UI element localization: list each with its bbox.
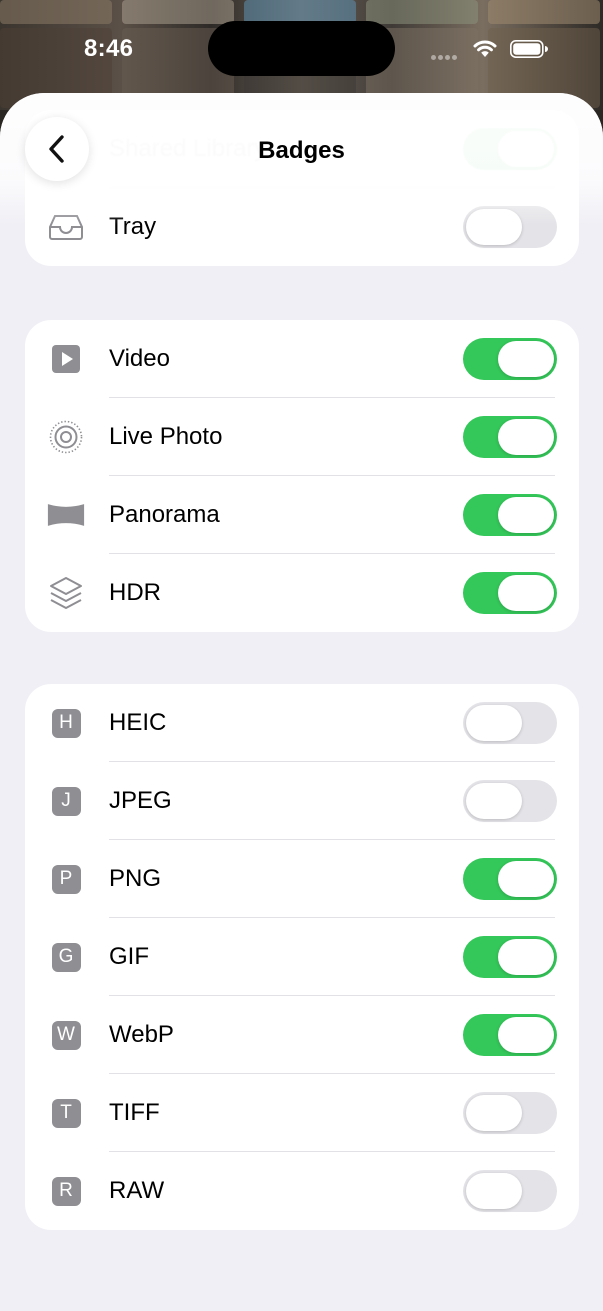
- letter-h-icon: H: [47, 708, 85, 738]
- list-item-video[interactable]: Video: [25, 320, 579, 398]
- tray-icon: [47, 212, 85, 242]
- file-format-badges-group: H HEIC J JPEG P PNG G GIF W WebP T TIFF …: [25, 684, 579, 1230]
- tiff-toggle[interactable]: [463, 1092, 557, 1134]
- list-item-panorama[interactable]: Panorama: [25, 476, 579, 554]
- raw-toggle[interactable]: [463, 1170, 557, 1212]
- media-type-badges-group: Video Live Photo Panorama HDR: [25, 320, 579, 632]
- letter-p-icon: P: [47, 864, 85, 894]
- row-label: Tray: [109, 213, 157, 240]
- list-item-live-photo[interactable]: Live Photo: [25, 398, 579, 476]
- list-item-raw[interactable]: R RAW: [25, 1152, 579, 1230]
- wifi-icon: [473, 40, 497, 57]
- panorama-icon: [47, 500, 85, 530]
- list-item-heic[interactable]: H HEIC: [25, 684, 579, 762]
- hdr-layers-icon: [47, 577, 85, 609]
- dynamic-island: [208, 21, 395, 76]
- page-title: Badges: [258, 137, 345, 164]
- row-label: RAW: [109, 1177, 165, 1204]
- hdr-toggle[interactable]: [463, 572, 557, 614]
- status-time: 8:46: [84, 35, 134, 62]
- row-label: PNG: [109, 865, 162, 892]
- list-item-jpeg[interactable]: J JPEG: [25, 762, 579, 840]
- general-badges-group: Shared Library Tray: [25, 110, 579, 266]
- letter-j-icon: J: [47, 786, 85, 816]
- gif-toggle[interactable]: [463, 936, 557, 978]
- jpeg-toggle[interactable]: [463, 780, 557, 822]
- list-item-gif[interactable]: G GIF: [25, 918, 579, 996]
- row-label: GIF: [109, 943, 149, 970]
- battery-icon: [510, 40, 548, 58]
- status-bar: 8:46: [0, 0, 603, 95]
- webp-toggle[interactable]: [463, 1014, 557, 1056]
- row-label: TIFF: [109, 1099, 160, 1126]
- letter-r-icon: R: [47, 1176, 85, 1206]
- letter-t-icon: T: [47, 1098, 85, 1128]
- list-item-webp[interactable]: W WebP: [25, 996, 579, 1074]
- row-label: HDR: [109, 579, 161, 606]
- list-item-hdr[interactable]: HDR: [25, 554, 579, 632]
- live-photo-icon: [47, 420, 85, 454]
- list-item-png[interactable]: P PNG: [25, 840, 579, 918]
- row-label: WebP: [109, 1021, 174, 1048]
- list-item-tiff[interactable]: T TIFF: [25, 1074, 579, 1152]
- row-label: HEIC: [109, 709, 167, 736]
- tray-toggle[interactable]: [463, 206, 557, 248]
- row-label: Live Photo: [109, 423, 223, 450]
- letter-w-icon: W: [47, 1020, 85, 1050]
- cellular-signal-icon: [431, 47, 465, 60]
- badges-settings-sheet[interactable]: Badges Shared Library Tray Video Live Ph…: [0, 93, 603, 1311]
- panorama-toggle[interactable]: [463, 494, 557, 536]
- list-item-tray[interactable]: Tray: [25, 188, 579, 266]
- video-toggle[interactable]: [463, 338, 557, 380]
- live-photo-toggle[interactable]: [463, 416, 557, 458]
- heic-toggle[interactable]: [463, 702, 557, 744]
- row-label: Panorama: [109, 501, 220, 528]
- row-label: Video: [109, 345, 170, 372]
- letter-g-icon: G: [47, 942, 85, 972]
- video-play-icon: [47, 344, 85, 374]
- png-toggle[interactable]: [463, 858, 557, 900]
- row-label: JPEG: [109, 787, 172, 814]
